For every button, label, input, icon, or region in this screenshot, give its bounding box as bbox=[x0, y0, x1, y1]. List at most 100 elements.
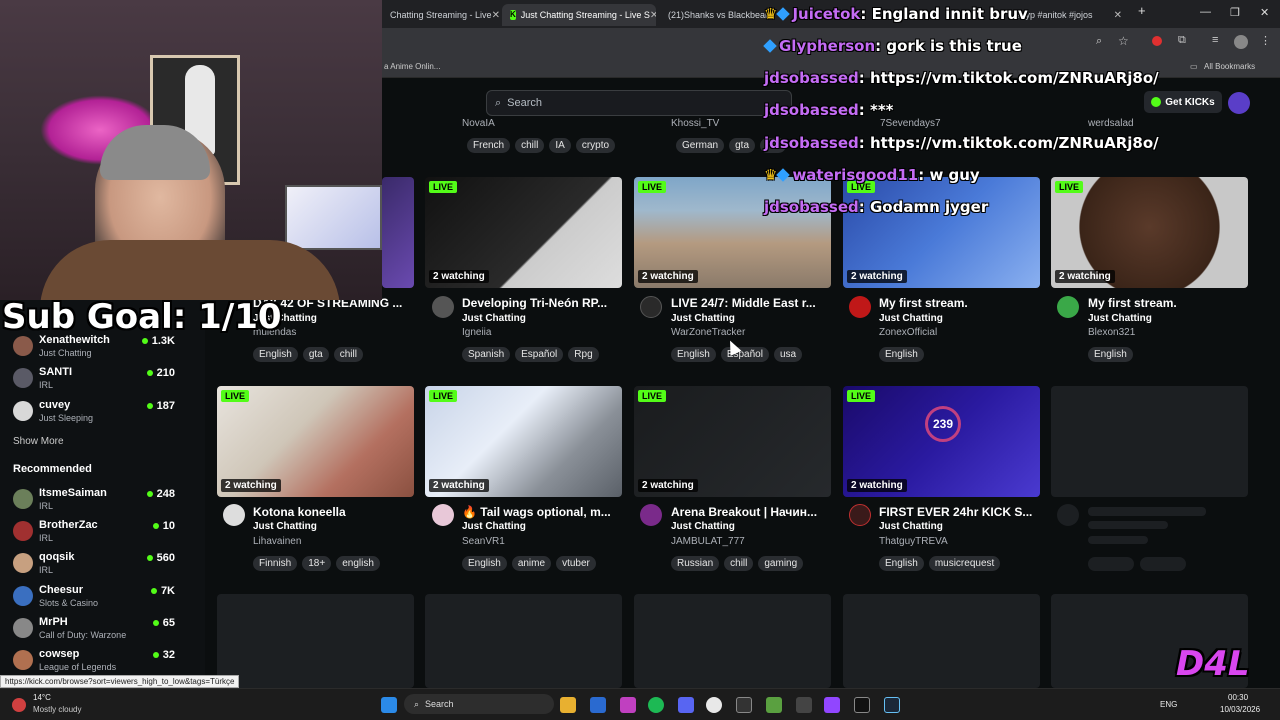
sidebar-item-cuvey[interactable]: cuvey Just Sleeping 187 bbox=[0, 397, 205, 427]
tag[interactable]: Rpg bbox=[568, 347, 599, 362]
tag[interactable]: Español bbox=[515, 347, 564, 362]
tag[interactable]: gta bbox=[302, 347, 329, 362]
stream-thumbnail[interactable]: LIVE 2 watching bbox=[425, 177, 622, 288]
sidebar-item-mrph[interactable]: MrPH Call of Duty: Warzone 65 bbox=[0, 614, 205, 644]
stream-title[interactable]: My first stream. bbox=[879, 296, 1035, 310]
tag[interactable]: usa bbox=[773, 347, 803, 362]
tag[interactable]: chill bbox=[515, 138, 545, 153]
streamer-name[interactable]: Blexon321 bbox=[1088, 327, 1135, 338]
chrome-icon[interactable] bbox=[706, 697, 722, 713]
zoom-icon[interactable]: ⌕ bbox=[1096, 35, 1102, 48]
app-icon[interactable] bbox=[736, 697, 752, 713]
streamer-avatar[interactable] bbox=[849, 504, 871, 526]
streamer-avatar[interactable] bbox=[432, 296, 454, 318]
tag[interactable]: Spanish bbox=[462, 347, 511, 362]
top-card-user[interactable]: 7Sevendays7 bbox=[880, 118, 941, 129]
sidebar-item-qoqsik[interactable]: qoqsik IRL 560 bbox=[0, 549, 205, 579]
user-avatar[interactable] bbox=[1228, 92, 1250, 114]
stream-thumbnail[interactable]: LIVE 239 2 watching bbox=[843, 386, 1040, 497]
close-tab-icon[interactable]: ✕ bbox=[492, 10, 500, 21]
tag[interactable]: gta bbox=[729, 138, 756, 153]
streamer-name[interactable]: Lihavainen bbox=[253, 536, 301, 547]
sidebar-item-brotherzac[interactable]: BrotherZac IRL 10 bbox=[0, 517, 205, 547]
stream-title[interactable]: Kotona koneella bbox=[253, 505, 409, 519]
profile-avatar[interactable] bbox=[1234, 35, 1248, 49]
tag[interactable]: anime bbox=[511, 556, 552, 571]
file-explorer-icon[interactable] bbox=[560, 697, 576, 713]
search-input[interactable]: ⌕ Search bbox=[486, 90, 792, 116]
stream-thumbnail[interactable]: LIVE 2 watching bbox=[634, 177, 831, 288]
tag[interactable]: English bbox=[879, 556, 924, 571]
stream-category[interactable]: Just Chatting bbox=[879, 521, 943, 532]
tag[interactable]: English bbox=[879, 347, 924, 362]
stream-category[interactable]: Just Chatting bbox=[462, 313, 526, 324]
tag[interactable]: Russian bbox=[671, 556, 720, 571]
show-more-button[interactable]: Show More bbox=[13, 436, 64, 447]
streamer-avatar[interactable] bbox=[1057, 296, 1079, 318]
stream-category[interactable]: Just Chatting bbox=[879, 313, 943, 324]
streamer-name[interactable]: ZonexOfficial bbox=[879, 327, 937, 338]
tag[interactable]: English bbox=[253, 347, 298, 362]
tag[interactable]: IA bbox=[549, 138, 571, 153]
sidebar-item-santi[interactable]: SANTI IRL 210 bbox=[0, 364, 205, 394]
tag[interactable]: English bbox=[1088, 347, 1133, 362]
tab-chatting-streaming[interactable]: Chatting Streaming - Live ✕ bbox=[382, 4, 500, 26]
streamer-name[interactable]: WarZoneTracker bbox=[671, 327, 745, 338]
stream-title[interactable]: Developing Tri-Neón RP... bbox=[462, 296, 618, 310]
maximize-icon[interactable]: ❐ bbox=[1230, 6, 1240, 19]
stream-category[interactable]: Just Chatting bbox=[671, 521, 735, 532]
app-icon[interactable] bbox=[766, 697, 782, 713]
new-tab-button[interactable]: + bbox=[1138, 3, 1146, 18]
app-icon[interactable] bbox=[620, 697, 636, 713]
spotify-icon[interactable] bbox=[648, 697, 664, 713]
media-controls-icon[interactable]: ≡ bbox=[1212, 34, 1218, 46]
twitch-icon[interactable] bbox=[824, 697, 840, 713]
app-icon[interactable] bbox=[590, 697, 606, 713]
stream-category[interactable]: Just Chatting bbox=[253, 521, 317, 532]
stream-thumbnail[interactable] bbox=[382, 177, 414, 288]
stream-title[interactable]: LIVE 24/7: Middle East r... bbox=[671, 296, 827, 310]
streamer-name[interactable]: SeanVR1 bbox=[462, 536, 505, 547]
extensions-puzzle-icon[interactable]: ⧉ bbox=[1178, 34, 1186, 47]
stream-thumbnail[interactable]: LIVE 2 watching bbox=[425, 386, 622, 497]
windows-start-icon[interactable] bbox=[381, 697, 397, 713]
top-card-user[interactable]: Khossi_TV bbox=[671, 118, 719, 129]
tag[interactable]: 18+ bbox=[302, 556, 332, 571]
stream-title[interactable]: My first stream. bbox=[1088, 296, 1244, 310]
clock-time[interactable]: 00:30 bbox=[1228, 693, 1248, 702]
streamer-name[interactable]: JAMBULAT_777 bbox=[671, 536, 745, 547]
tag[interactable]: english bbox=[336, 556, 380, 571]
streamer-avatar[interactable] bbox=[640, 504, 662, 526]
weather-icon[interactable] bbox=[12, 698, 26, 712]
tag[interactable]: musicrequest bbox=[928, 556, 1001, 571]
stream-thumbnail[interactable]: LIVE 2 watching bbox=[634, 386, 831, 497]
tag[interactable]: French bbox=[467, 138, 511, 153]
tag[interactable]: German bbox=[676, 138, 725, 153]
tag[interactable]: gaming bbox=[758, 556, 804, 571]
streamer-avatar[interactable] bbox=[432, 504, 454, 526]
sidebar-item-itsmesaiman[interactable]: ItsmeSaiman IRL 248 bbox=[0, 485, 205, 515]
close-tab-icon[interactable]: ✕ bbox=[650, 10, 656, 21]
browser-menu-icon[interactable]: ⋮ bbox=[1260, 34, 1271, 47]
top-card-user[interactable]: werdsalad bbox=[1088, 118, 1134, 129]
tag[interactable]: chill bbox=[333, 347, 363, 362]
bookmark-star-icon[interactable]: ☆ bbox=[1118, 34, 1129, 48]
close-window-icon[interactable]: ✕ bbox=[1260, 6, 1269, 19]
app-icon[interactable] bbox=[796, 697, 812, 713]
stream-thumbnail[interactable]: LIVE 2 watching bbox=[843, 177, 1040, 288]
extension-icon[interactable] bbox=[1152, 36, 1162, 46]
steam-icon[interactable] bbox=[884, 697, 900, 713]
all-bookmarks[interactable]: All Bookmarks bbox=[1204, 62, 1255, 71]
sidebar-item-cheesur[interactable]: Cheesur Slots & Casino 7K bbox=[0, 582, 205, 612]
stream-thumbnail[interactable]: LIVE 2 watching bbox=[1051, 177, 1248, 288]
streamer-avatar[interactable] bbox=[640, 296, 662, 318]
top-card-user[interactable]: NovaIA bbox=[462, 118, 495, 129]
tag[interactable]: English bbox=[462, 556, 507, 571]
tab-shanks-video[interactable]: (21)Shanks vs Blackbeard bbox=[660, 4, 770, 26]
streamer-name[interactable]: Igneiia bbox=[462, 327, 491, 338]
close-tab-icon[interactable]: ✕ bbox=[1114, 10, 1122, 21]
tag[interactable]: chill bbox=[724, 556, 754, 571]
stream-title[interactable]: Arena Breakout | Начин... bbox=[671, 505, 827, 519]
tag[interactable]: crypto bbox=[575, 138, 616, 153]
language-indicator[interactable]: ENG bbox=[1160, 700, 1177, 709]
